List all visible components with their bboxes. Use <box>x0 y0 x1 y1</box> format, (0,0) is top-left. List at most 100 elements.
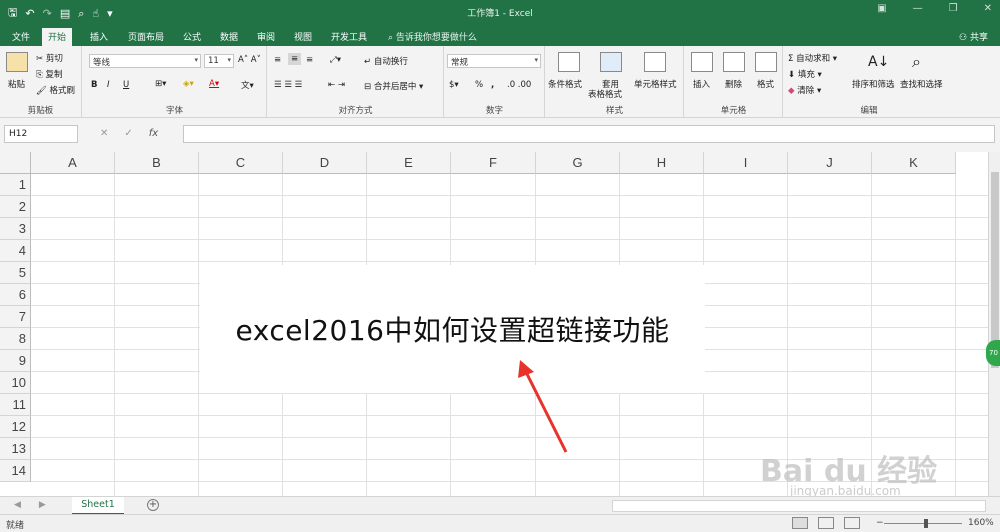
currency-icon[interactable]: $▾ <box>449 80 459 90</box>
font-color-icon[interactable]: A▾ <box>209 79 219 89</box>
phonetic-icon[interactable]: 文▾ <box>241 79 254 91</box>
column-header[interactable]: A <box>31 152 115 174</box>
orientation-icon[interactable]: ⤢▾ <box>330 55 341 65</box>
font-name-select[interactable]: 等线 ▾ <box>89 54 201 68</box>
number-format-select[interactable]: 常规 ▾ <box>447 54 541 68</box>
row-header[interactable]: 14 <box>0 460 31 482</box>
copy-button[interactable]: ⎘ 复制 <box>36 68 63 80</box>
clear-button[interactable]: ◆ 清除 ▾ <box>788 84 821 96</box>
row-header[interactable]: 7 <box>0 306 31 328</box>
text-box[interactable]: excel2016中如何设置超链接功能 <box>200 265 705 393</box>
tab-page-layout[interactable]: 页面布局 <box>122 28 170 46</box>
restore-icon[interactable]: ❐ <box>949 3 958 14</box>
align-top-icon[interactable]: ≡ <box>274 55 281 65</box>
format-cells-icon[interactable] <box>755 52 777 72</box>
tab-insert[interactable]: 插入 <box>84 28 114 46</box>
name-box[interactable]: H12 <box>4 125 78 143</box>
find-icon[interactable]: ⌕ <box>912 52 921 72</box>
fill-color-icon[interactable]: ◈▾ <box>183 79 194 89</box>
ribbon-display-icon[interactable]: ▣ <box>877 3 886 14</box>
zoom-out-icon[interactable]: − <box>876 518 884 528</box>
format-painter-button[interactable]: 🖌 格式刷 <box>36 84 75 96</box>
autosum-button[interactable]: Σ 自动求和 ▾ <box>788 52 837 64</box>
row-header[interactable]: 10 <box>0 372 31 394</box>
column-header[interactable]: K <box>872 152 956 174</box>
align-middle-icon[interactable]: ≡ <box>288 53 302 65</box>
next-sheet-icon[interactable]: ▶ <box>39 500 46 510</box>
tell-me-search[interactable]: ⌕ 告诉我你想要做什么 <box>388 30 477 43</box>
paste-button[interactable]: 粘贴 <box>8 78 25 90</box>
formula-input[interactable] <box>183 125 995 143</box>
fill-button[interactable]: ⬇ 填充 ▾ <box>788 68 822 80</box>
tab-review[interactable]: 审阅 <box>251 28 281 46</box>
insert-cells-button[interactable]: 插入 <box>693 78 710 90</box>
column-header[interactable]: F <box>451 152 536 174</box>
indent-icon[interactable]: ⇤ ⇥ <box>328 80 345 90</box>
tab-developer[interactable]: 开发工具 <box>325 28 373 46</box>
cut-button[interactable]: ✂ 剪切 <box>36 52 63 64</box>
column-header[interactable]: C <box>199 152 283 174</box>
row-header[interactable]: 5 <box>0 262 31 284</box>
merge-center-button[interactable]: ⊟ 合并后居中 ▾ <box>364 80 423 92</box>
row-header[interactable]: 12 <box>0 416 31 438</box>
add-sheet-icon[interactable]: + <box>147 499 159 511</box>
column-header[interactable]: B <box>115 152 199 174</box>
horizontal-scrollbar[interactable] <box>612 500 986 512</box>
zoom-level[interactable]: 160% <box>968 518 994 528</box>
row-header[interactable]: 2 <box>0 196 31 218</box>
tab-formulas[interactable]: 公式 <box>177 28 207 46</box>
format-cells-button[interactable]: 格式 <box>757 78 774 90</box>
prev-sheet-icon[interactable]: ◀ <box>14 500 21 510</box>
column-header[interactable]: E <box>367 152 451 174</box>
delete-cells-button[interactable]: 删除 <box>725 78 742 90</box>
row-header[interactable]: 11 <box>0 394 31 416</box>
page-break-view-icon[interactable] <box>844 517 860 529</box>
side-badge-icon[interactable]: 70 <box>986 340 1000 366</box>
sort-filter-icon[interactable]: A↓ <box>868 54 889 70</box>
row-header[interactable]: 4 <box>0 240 31 262</box>
zoom-slider[interactable] <box>884 523 962 524</box>
column-header[interactable]: G <box>536 152 620 174</box>
share-button[interactable]: ⚇ 共享 <box>959 30 988 43</box>
row-header[interactable]: 6 <box>0 284 31 306</box>
grow-font-icon[interactable]: A˄ A˅ <box>238 55 261 65</box>
decimal-icon[interactable]: .0 .00 <box>507 80 531 90</box>
percent-button[interactable]: % <box>475 80 483 90</box>
row-header[interactable]: 9 <box>0 350 31 372</box>
table-format-icon[interactable] <box>600 52 622 72</box>
find-select-button[interactable]: 查找和选择 <box>900 78 943 90</box>
zoom-slider-knob[interactable] <box>924 519 928 528</box>
insert-function-button[interactable]: fx <box>149 128 158 139</box>
worksheet-grid[interactable]: ABCDEFGHIJK 1 2 3 4 5 6 7 8 9 10 11 12 13 14 excel201… <box>0 152 988 496</box>
cancel-icon[interactable]: ✕ <box>100 128 108 139</box>
tab-data[interactable]: 数据 <box>214 28 244 46</box>
insert-cells-icon[interactable] <box>691 52 713 72</box>
column-header[interactable]: J <box>788 152 872 174</box>
conditional-format-icon[interactable] <box>558 52 580 72</box>
italic-button[interactable]: I <box>107 80 110 90</box>
bold-button[interactable]: B <box>91 80 97 90</box>
sheet-tab[interactable]: Sheet1 <box>72 497 124 515</box>
page-layout-view-icon[interactable] <box>818 517 834 529</box>
close-icon[interactable]: ✕ <box>984 3 992 14</box>
row-header[interactable]: 13 <box>0 438 31 460</box>
vertical-scroll-thumb[interactable] <box>991 172 999 368</box>
align-left-icon[interactable]: ☰ ☰ ☰ <box>274 80 302 90</box>
tab-view[interactable]: 视图 <box>288 28 318 46</box>
normal-view-icon[interactable] <box>792 517 808 529</box>
row-header[interactable]: 3 <box>0 218 31 240</box>
align-bottom-icon[interactable]: ≡ <box>306 55 313 65</box>
conditional-format-button[interactable]: 条件格式 <box>548 78 582 90</box>
paste-icon[interactable] <box>6 52 28 72</box>
row-header[interactable]: 8 <box>0 328 31 350</box>
sort-filter-button[interactable]: 排序和筛选 <box>852 78 895 90</box>
enter-icon[interactable]: ✓ <box>124 128 132 139</box>
font-size-select[interactable]: 11 ▾ <box>204 54 234 68</box>
minimize-icon[interactable]: — <box>913 3 923 14</box>
underline-button[interactable]: U <box>123 80 129 90</box>
tab-home[interactable]: 开始 <box>42 28 73 46</box>
delete-cells-icon[interactable] <box>723 52 745 72</box>
cell-styles-icon[interactable] <box>644 52 666 72</box>
wrap-text-button[interactable]: ↵ 自动换行 <box>364 55 408 67</box>
borders-icon[interactable]: ⊞▾ <box>155 79 166 89</box>
